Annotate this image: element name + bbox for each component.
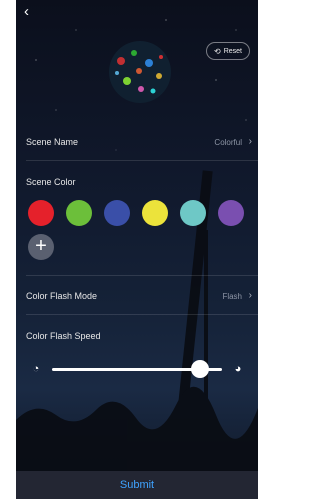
divider: [26, 314, 258, 315]
scene-editor-screen: ‹ ⟲ Reset Scene Name Colorful › Scene Co…: [16, 0, 258, 499]
chevron-right-icon: ›: [248, 136, 252, 147]
chevron-right-icon: ›: [248, 290, 252, 301]
reset-icon: ⟲: [214, 46, 221, 56]
color-swatch[interactable]: [28, 200, 54, 226]
flash-speed-label: Color Flash Speed: [26, 331, 101, 341]
color-swatch[interactable]: [142, 200, 168, 226]
divider: [26, 160, 258, 161]
scene-color-label: Scene Color: [26, 177, 76, 187]
submit-label: Submit: [119, 479, 155, 491]
color-swatch[interactable]: [104, 200, 130, 226]
add-color-button[interactable]: +: [28, 234, 54, 260]
back-button[interactable]: ‹: [24, 4, 29, 19]
slider-handle[interactable]: [190, 360, 209, 378]
speed-fast-icon: ◕: [234, 363, 242, 375]
scene-image: [109, 41, 171, 103]
flash-mode-label: Color Flash Mode: [26, 291, 98, 301]
reset-label: Reset: [223, 47, 242, 55]
color-swatch[interactable]: [180, 200, 206, 226]
submit-button[interactable]: Submit: [16, 471, 258, 499]
color-swatch[interactable]: [66, 200, 92, 226]
color-swatch[interactable]: [218, 200, 244, 226]
back-arrow-icon: ‹: [24, 3, 29, 20]
flash-mode-value[interactable]: Flash: [222, 292, 242, 301]
reset-button[interactable]: ⟲ Reset: [206, 42, 250, 60]
scene-name-value[interactable]: Colorful: [214, 138, 242, 147]
divider: [26, 275, 258, 276]
speed-slow-icon: ◔: [32, 363, 40, 375]
scene-name-label: Scene Name: [26, 137, 79, 147]
plus-icon: +: [35, 235, 47, 257]
